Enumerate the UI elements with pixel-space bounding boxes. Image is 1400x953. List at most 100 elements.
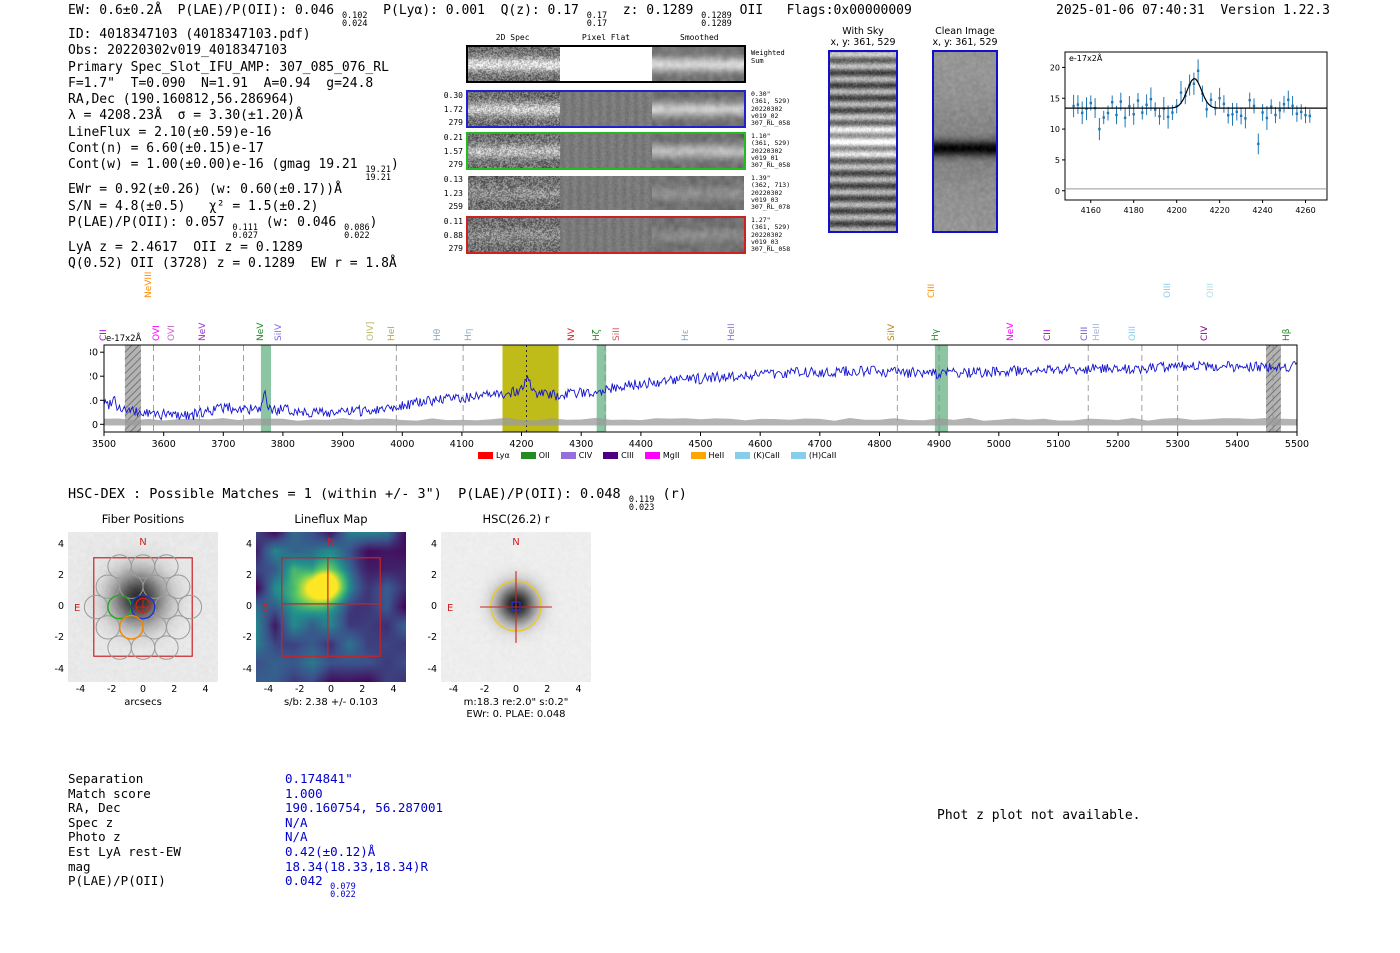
fiber-circle [119,574,144,599]
data-point [1123,116,1127,119]
y-tick-label: -4 [242,663,252,675]
spectral-line-label: Hβ [1282,328,1293,341]
row-scale-value: 0.13 [443,175,463,184]
data-point [1287,98,1290,101]
row-scale-value: 0.21 [443,133,463,142]
data-point [1076,103,1080,106]
row-scale-labels: 0.13 1.23 259 [441,175,463,211]
table-row: Match score 1.000 [68,786,443,802]
row-scale-labels: 0.21 1.57 279 [441,133,463,169]
data-point [1149,97,1153,101]
table-row-value: 190.160754, 56.287001 [285,800,444,816]
x-tick-label: -2 [107,684,117,695]
table-row-label: RA, Dec [68,800,121,816]
spectral-line-label: CII [1043,329,1054,341]
north-label: N [139,537,146,548]
legend-swatch [690,452,706,459]
data-point [1171,111,1174,114]
row-scale-labels: 0.30 1.72 279 [441,91,463,127]
y-tick-label: -4 [54,663,64,675]
x-tick-label: 0 [512,684,520,695]
units-note: e-17x2Å [1069,52,1103,63]
weighted-sum-line1: Weighted [751,49,785,57]
with-sky-title: With Sky [842,26,884,37]
spectral-line-label: OIII [1205,282,1216,298]
east-label: E [74,603,80,614]
fiber-circle [95,574,120,599]
data-point [1132,113,1135,116]
clean-image-header: Clean Image x, y: 361, 529 [923,26,1007,48]
y-tick-label: 0 [245,601,252,612]
row-scale-value: 279 [448,244,463,253]
spectral-line-label: NeV [256,322,267,341]
x-tick-label: 4 [390,684,397,695]
data-point [1295,112,1299,115]
legend-label: (K)CaII [753,451,780,460]
spectral-line-label: CIII [1080,326,1091,341]
data-point [1270,105,1273,108]
row-scale-value: 1.23 [443,188,463,198]
fiber-circle [83,594,109,620]
data-point [1218,97,1221,100]
x-tick-label: 4 [575,684,582,695]
cutout-column-headers: 2D Spec Pixel Flat Smoothed [466,33,746,42]
spectrum-legend: Lyα OII CIV CIII MgII HeII (K)CaII (H)CaII [478,451,836,460]
table-row-label: mag [68,858,91,874]
x-tick-label: 0 [139,684,147,695]
hsc-match-table: Separation 0.174841" Match score 1.000 RA, D… [68,771,444,899]
row-scale-value: 1.72 [443,104,463,114]
svg-text:3800: 3800 [271,439,295,450]
svg-text:15: 15 [1050,94,1060,103]
y-tick-label: 0 [57,601,64,612]
x-tick-label: -2 [295,684,305,695]
pixel-flat-image [560,134,652,168]
legend-swatch [520,452,536,459]
2d-spec-image [468,92,560,126]
svg-text:3600: 3600 [152,439,176,450]
data-point [1111,101,1114,104]
legend-item: (H)CaII [790,451,836,460]
col-header-smoothed: Smoothed [680,33,719,42]
row-obs-labels: 1.27" (361, 529) 20220302 v019_03 307_RL… [751,216,791,254]
legend-label: OII [538,451,550,460]
spectral-line-label: OIII [1128,325,1139,341]
extent-box [281,557,381,657]
y-tick-label: 2 [57,569,64,581]
legend-item: OII [520,451,550,460]
smoothed-image [652,218,744,252]
info-line: LineFlux = 2.10(±0.59)e-16 [68,124,272,140]
east-label: E [262,603,268,614]
data-point [1154,108,1157,111]
svg-text:10: 10 [90,396,98,407]
stacked-uncertainty: 0.1289 0.1289 [701,11,732,29]
table-row: P(LAE)/P(OII) 0.042 0.079 0.022 [68,873,443,899]
info-line: RA,Dec (190.160812,56.286964) [68,92,295,108]
legend-swatch [603,452,619,459]
data-point [1072,104,1075,108]
legend-label: MgII [662,451,680,460]
pixel-flat-image [560,176,652,210]
svg-text:4240: 4240 [1252,206,1272,215]
table-row-label: Photo z [68,829,121,845]
svg-text:5500: 5500 [1285,439,1309,450]
smoothed-image [652,92,744,126]
svg-text:0: 0 [92,420,98,431]
hsc-caption-1: m:18.3 re:2.0" s:0.2" [463,697,569,708]
legend-item: CIII [603,451,634,460]
row-scale-labels: 0.11 0.88 279 [441,217,463,253]
data-point [1192,82,1196,85]
data-point [1115,113,1118,117]
data-point [1136,99,1140,102]
timestamp-version: 2025-01-06 07:40:31 Version 1.22.3 [1056,3,1330,18]
fiber-circle [154,594,179,620]
fiber-circle [177,594,203,620]
legend-swatch [644,452,660,459]
clean-image-title: Clean Image [935,26,995,37]
north-label: N [327,537,334,548]
legend-label: CIV [578,451,593,460]
row-obs-labels: 0.30" (361, 529) 20220302 v019_02 307_RL… [751,90,791,128]
legend-item: (K)CaII [735,451,780,460]
lineflux-caption: s/b: 2.38 +/- 0.103 [283,697,379,708]
summary-header-line: EW: 0.6±0.2Å P(LAE)/P(OII): 0.046 0.102 0… [68,3,912,29]
data-point [1141,111,1144,114]
